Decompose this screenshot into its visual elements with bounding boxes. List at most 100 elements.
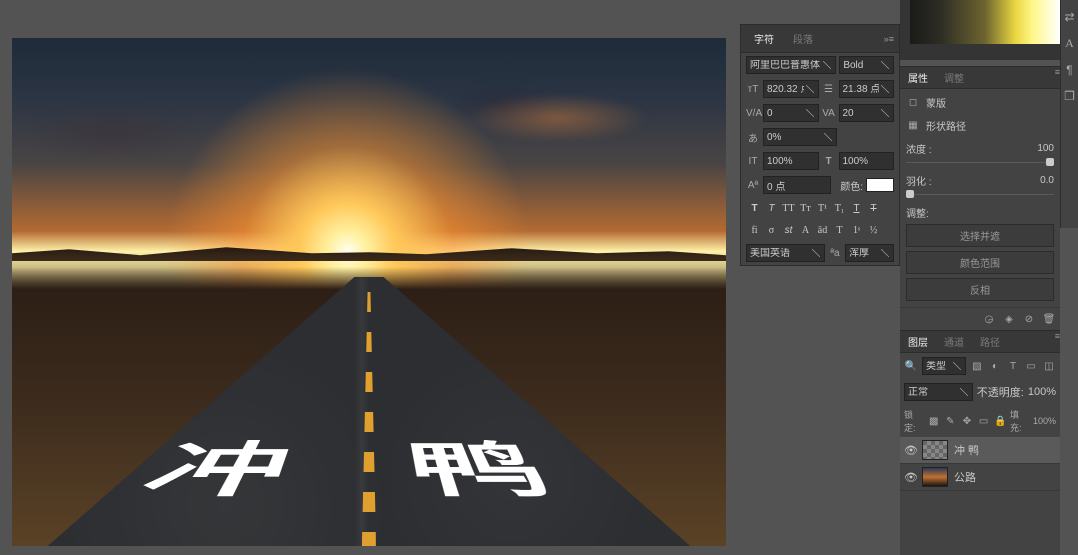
tsume-input[interactable]: 0% — [763, 128, 837, 146]
font-size-input[interactable]: 820.32 点 — [763, 80, 819, 98]
filter-shape-icon[interactable]: ▭ — [1024, 359, 1038, 373]
opacity-value[interactable]: 100% — [1028, 386, 1056, 398]
tab-paths[interactable]: 路径 — [972, 331, 1008, 352]
road-text: 冲 鸭 — [119, 427, 620, 512]
visibility-icon[interactable]: 👁 — [904, 444, 916, 457]
type-style-row: T T TT Tᴛ T¹ T₁ T T — [741, 197, 899, 219]
layer-row-1[interactable]: 👁 冲 鸭 — [900, 437, 1060, 464]
filter-kind-select[interactable]: 类型 — [922, 357, 966, 375]
filter-search-icon[interactable]: 🔍 — [904, 359, 918, 373]
feather-label: 羽化 : — [906, 173, 932, 188]
fill-label: 填充: — [1010, 408, 1030, 434]
allcaps-button[interactable]: TT — [780, 200, 797, 216]
type-icon[interactable]: A — [1065, 36, 1074, 51]
flyout-icon[interactable]: »≡ — [884, 34, 894, 44]
select-and-mask-button[interactable]: 选择并遮 — [906, 224, 1054, 247]
right-panel-stack: 属性 调整 ≡ ◻蒙版 ▦形状路径 浓度 :100 羽化 :0.0 调整: 选择… — [900, 66, 1060, 555]
st-button[interactable]: st — [780, 222, 797, 238]
kerning-icon: V/A — [746, 108, 760, 119]
layer-name[interactable]: 冲 鸭 — [954, 442, 979, 458]
text-color-swatch[interactable] — [866, 178, 894, 192]
vscale-input[interactable] — [763, 152, 819, 170]
leading-icon: ☰ — [822, 84, 836, 95]
italic-button[interactable]: T — [763, 200, 780, 216]
cube-icon[interactable]: ❒ — [1064, 89, 1075, 103]
color-range-button[interactable]: 颜色范围 — [906, 251, 1054, 274]
tab-adjustments[interactable]: 调整 — [936, 67, 972, 88]
paragraph-icon[interactable]: ¶ — [1066, 63, 1072, 77]
swash-button[interactable]: A — [797, 222, 814, 238]
leading-input[interactable]: 21.38 点 — [839, 80, 895, 98]
density-label: 浓度 : — [906, 141, 932, 156]
delete-mask-icon[interactable]: 🗑 — [1042, 312, 1056, 326]
lock-image-icon[interactable]: ✎ — [944, 414, 958, 428]
blend-mode-select[interactable]: 正常 — [904, 383, 973, 401]
tracking-icon: VA — [822, 108, 836, 119]
path-label: 形状路径 — [926, 118, 966, 133]
clouds — [32, 58, 706, 208]
kerning-input[interactable]: 0 — [763, 104, 819, 122]
filter-type-icon[interactable]: T — [1006, 359, 1020, 373]
feather-slider[interactable] — [906, 190, 914, 198]
canvas-workspace: 冲 鸭 — [0, 0, 740, 555]
lock-artboard-icon[interactable]: ▭ — [977, 414, 991, 428]
font-family-select[interactable]: 阿里巴巴普惠体 — [746, 56, 836, 74]
ordinal-button[interactable]: 1ˢ — [848, 222, 865, 238]
baseline-icon: Aª — [746, 180, 760, 191]
layer-name[interactable]: 公路 — [954, 469, 976, 485]
tracking-input[interactable]: 20 — [839, 104, 895, 122]
ad-button[interactable]: ād — [814, 222, 831, 238]
font-style-select[interactable]: Bold — [839, 56, 894, 74]
layer-row-2[interactable]: 👁 公路 — [900, 464, 1060, 491]
color-label: 颜色: — [840, 178, 863, 193]
density-slider[interactable] — [1046, 158, 1054, 166]
mask-label: 蒙版 — [926, 95, 946, 110]
filter-adjust-icon[interactable]: ◐ — [988, 359, 1002, 373]
flyout-icon[interactable]: ≡ — [1055, 331, 1060, 352]
hscale-input[interactable] — [839, 152, 895, 170]
aa-icon: ªa — [828, 248, 842, 259]
document[interactable]: 冲 鸭 — [12, 38, 726, 546]
character-panel: 字符 段落 »≡ 阿里巴巴普惠体 Bold тТ 820.32 点 ☰ 21.3… — [740, 24, 900, 266]
tab-properties[interactable]: 属性 — [900, 67, 936, 88]
strike-button[interactable]: T — [865, 200, 882, 216]
antialias-select[interactable]: 浑厚 — [845, 244, 894, 262]
layers-panel: 图层 通道 路径 ≡ 🔍 类型 ▧ ◐ T ▭ ◫ 正常 不透明度: 100% … — [900, 330, 1060, 555]
disable-mask-icon[interactable]: ⊘ — [1022, 312, 1036, 326]
tab-character[interactable]: 字符 — [746, 28, 782, 49]
underline-button[interactable]: T — [848, 200, 865, 216]
feather-value: 0.0 — [1040, 175, 1054, 186]
vscale-icon: IT — [746, 156, 760, 167]
lock-transparent-icon[interactable]: ▩ — [927, 414, 941, 428]
language-select[interactable]: 美国英语 — [746, 244, 825, 262]
superscript-button[interactable]: T¹ — [814, 200, 831, 216]
swap-icon[interactable]: ⇄ — [1064, 10, 1074, 24]
fill-value[interactable]: 100% — [1033, 416, 1056, 426]
lock-position-icon[interactable]: ✥ — [960, 414, 974, 428]
fi-button[interactable]: fi — [746, 222, 763, 238]
baseline-input[interactable] — [763, 176, 831, 194]
hscale-icon: T — [822, 156, 836, 167]
visibility-icon[interactable]: 👁 — [904, 471, 916, 484]
lock-all-icon[interactable]: 🔒 — [993, 414, 1007, 428]
opentype-row: fi σ st A ād T 1ˢ ½ — [741, 219, 899, 241]
tab-layers[interactable]: 图层 — [900, 331, 936, 352]
color-preview-panel — [900, 0, 1060, 60]
fraction-button[interactable]: ½ — [865, 222, 882, 238]
tab-paragraph[interactable]: 段落 — [785, 28, 821, 49]
titling-button[interactable]: T — [831, 222, 848, 238]
bold-button[interactable]: T — [746, 200, 763, 216]
filter-smart-icon[interactable]: ◫ — [1042, 359, 1056, 373]
flyout-icon[interactable]: ≡ — [1055, 67, 1060, 88]
apply-mask-icon[interactable]: ◈ — [1002, 312, 1016, 326]
smallcaps-button[interactable]: Tᴛ — [797, 200, 814, 216]
size-icon: тТ — [746, 84, 760, 95]
density-value: 100 — [1037, 143, 1054, 154]
load-selection-icon[interactable]: ◶ — [982, 312, 996, 326]
invert-button[interactable]: 反相 — [906, 278, 1054, 301]
tab-channels[interactable]: 通道 — [936, 331, 972, 352]
gradient-swatch[interactable] — [910, 0, 1060, 44]
sigma-button[interactable]: σ — [763, 222, 780, 238]
filter-pixel-icon[interactable]: ▧ — [970, 359, 984, 373]
subscript-button[interactable]: T₁ — [831, 200, 848, 216]
